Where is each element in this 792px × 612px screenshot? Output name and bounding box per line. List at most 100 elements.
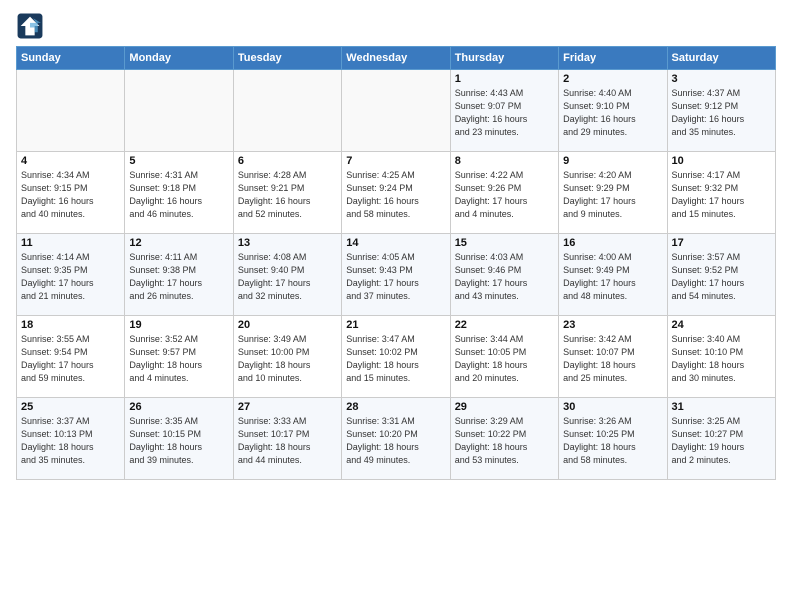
day-info: Sunrise: 4:05 AM Sunset: 9:43 PM Dayligh… [346,251,445,303]
day-cell: 19 Sunrise: 3:52 AM Sunset: 9:57 PM Dayli… [125,316,233,398]
day-number: 26 [129,401,228,413]
day-info: Sunrise: 3:44 AM Sunset: 10:05 PM Daylig… [455,333,554,385]
day-cell: 8 Sunrise: 4:22 AM Sunset: 9:26 PM Daylig… [450,152,558,234]
day-number: 6 [238,155,337,167]
day-info: Sunrise: 4:25 AM Sunset: 9:24 PM Dayligh… [346,169,445,221]
day-info: Sunrise: 3:57 AM Sunset: 9:52 PM Dayligh… [672,251,771,303]
logo-icon [16,12,44,40]
day-number: 3 [672,73,771,85]
day-info: Sunrise: 4:03 AM Sunset: 9:46 PM Dayligh… [455,251,554,303]
day-info: Sunrise: 3:47 AM Sunset: 10:02 PM Daylig… [346,333,445,385]
header-cell-wednesday: Wednesday [342,47,450,70]
header-cell-tuesday: Tuesday [233,47,341,70]
header-cell-friday: Friday [559,47,667,70]
day-cell [342,70,450,152]
day-cell: 13 Sunrise: 4:08 AM Sunset: 9:40 PM Dayli… [233,234,341,316]
day-number: 17 [672,237,771,249]
day-number: 16 [563,237,662,249]
day-info: Sunrise: 3:29 AM Sunset: 10:22 PM Daylig… [455,415,554,467]
day-info: Sunrise: 3:49 AM Sunset: 10:00 PM Daylig… [238,333,337,385]
day-cell: 15 Sunrise: 4:03 AM Sunset: 9:46 PM Dayli… [450,234,558,316]
day-number: 9 [563,155,662,167]
day-cell: 5 Sunrise: 4:31 AM Sunset: 9:18 PM Daylig… [125,152,233,234]
day-info: Sunrise: 4:43 AM Sunset: 9:07 PM Dayligh… [455,87,554,139]
day-info: Sunrise: 3:42 AM Sunset: 10:07 PM Daylig… [563,333,662,385]
day-cell: 12 Sunrise: 4:11 AM Sunset: 9:38 PM Dayli… [125,234,233,316]
day-number: 28 [346,401,445,413]
day-info: Sunrise: 3:26 AM Sunset: 10:25 PM Daylig… [563,415,662,467]
day-info: Sunrise: 4:37 AM Sunset: 9:12 PM Dayligh… [672,87,771,139]
day-number: 11 [21,237,120,249]
day-info: Sunrise: 4:34 AM Sunset: 9:15 PM Dayligh… [21,169,120,221]
day-cell: 1 Sunrise: 4:43 AM Sunset: 9:07 PM Daylig… [450,70,558,152]
day-cell: 20 Sunrise: 3:49 AM Sunset: 10:00 PM Dayl… [233,316,341,398]
day-number: 30 [563,401,662,413]
day-cell: 18Sunrise: 3:55 AM Sunset: 9:54 PM Dayli… [17,316,125,398]
day-info: Sunrise: 4:20 AM Sunset: 9:29 PM Dayligh… [563,169,662,221]
day-number: 29 [455,401,554,413]
day-cell [125,70,233,152]
day-info: Sunrise: 4:00 AM Sunset: 9:49 PM Dayligh… [563,251,662,303]
week-row-3: 18Sunrise: 3:55 AM Sunset: 9:54 PM Dayli… [17,316,776,398]
day-info: Sunrise: 4:11 AM Sunset: 9:38 PM Dayligh… [129,251,228,303]
day-number: 5 [129,155,228,167]
day-number: 8 [455,155,554,167]
day-info: Sunrise: 3:37 AM Sunset: 10:13 PM Daylig… [21,415,120,467]
day-cell: 22 Sunrise: 3:44 AM Sunset: 10:05 PM Dayl… [450,316,558,398]
header-cell-monday: Monday [125,47,233,70]
day-info: Sunrise: 4:22 AM Sunset: 9:26 PM Dayligh… [455,169,554,221]
day-info: Sunrise: 4:31 AM Sunset: 9:18 PM Dayligh… [129,169,228,221]
day-number: 23 [563,319,662,331]
day-number: 19 [129,319,228,331]
day-cell: 28Sunrise: 3:31 AM Sunset: 10:20 PM Dayl… [342,398,450,480]
header-cell-sunday: Sunday [17,47,125,70]
day-number: 4 [21,155,120,167]
day-number: 7 [346,155,445,167]
day-number: 31 [672,401,771,413]
header-cell-thursday: Thursday [450,47,558,70]
day-cell [17,70,125,152]
day-info: Sunrise: 3:55 AM Sunset: 9:54 PM Dayligh… [21,333,120,385]
day-number: 27 [238,401,337,413]
day-info: Sunrise: 4:40 AM Sunset: 9:10 PM Dayligh… [563,87,662,139]
day-cell: 10Sunrise: 4:17 AM Sunset: 9:32 PM Dayli… [667,152,775,234]
day-info: Sunrise: 3:35 AM Sunset: 10:15 PM Daylig… [129,415,228,467]
day-cell: 2 Sunrise: 4:40 AM Sunset: 9:10 PM Daylig… [559,70,667,152]
day-info: Sunrise: 4:14 AM Sunset: 9:35 PM Dayligh… [21,251,120,303]
day-cell: 25Sunrise: 3:37 AM Sunset: 10:13 PM Dayl… [17,398,125,480]
day-number: 10 [672,155,771,167]
day-cell: 24Sunrise: 3:40 AM Sunset: 10:10 PM Dayl… [667,316,775,398]
day-cell: 9 Sunrise: 4:20 AM Sunset: 9:29 PM Daylig… [559,152,667,234]
header-cell-saturday: Saturday [667,47,775,70]
day-info: Sunrise: 3:25 AM Sunset: 10:27 PM Daylig… [672,415,771,467]
day-number: 1 [455,73,554,85]
logo [16,12,48,40]
day-cell: 6 Sunrise: 4:28 AM Sunset: 9:21 PM Daylig… [233,152,341,234]
day-number: 12 [129,237,228,249]
day-info: Sunrise: 3:52 AM Sunset: 9:57 PM Dayligh… [129,333,228,385]
day-info: Sunrise: 3:33 AM Sunset: 10:17 PM Daylig… [238,415,337,467]
header [16,12,776,40]
day-cell: 23 Sunrise: 3:42 AM Sunset: 10:07 PM Dayl… [559,316,667,398]
day-cell: 17 Sunrise: 3:57 AM Sunset: 9:52 PM Dayli… [667,234,775,316]
page-container: SundayMondayTuesdayWednesdayThursdayFrid… [0,0,792,488]
day-number: 20 [238,319,337,331]
day-cell: 21Sunrise: 3:47 AM Sunset: 10:02 PM Dayl… [342,316,450,398]
day-cell: 14Sunrise: 4:05 AM Sunset: 9:43 PM Dayli… [342,234,450,316]
day-cell: 16 Sunrise: 4:00 AM Sunset: 9:49 PM Dayli… [559,234,667,316]
week-row-0: 1 Sunrise: 4:43 AM Sunset: 9:07 PM Daylig… [17,70,776,152]
week-row-1: 4 Sunrise: 4:34 AM Sunset: 9:15 PM Daylig… [17,152,776,234]
day-info: Sunrise: 4:08 AM Sunset: 9:40 PM Dayligh… [238,251,337,303]
day-info: Sunrise: 4:28 AM Sunset: 9:21 PM Dayligh… [238,169,337,221]
day-cell: 30 Sunrise: 3:26 AM Sunset: 10:25 PM Dayl… [559,398,667,480]
day-cell: 3 Sunrise: 4:37 AM Sunset: 9:12 PM Daylig… [667,70,775,152]
day-cell: 11 Sunrise: 4:14 AM Sunset: 9:35 PM Dayli… [17,234,125,316]
day-cell: 27 Sunrise: 3:33 AM Sunset: 10:17 PM Dayl… [233,398,341,480]
week-row-2: 11 Sunrise: 4:14 AM Sunset: 9:35 PM Dayli… [17,234,776,316]
calendar-body: 1 Sunrise: 4:43 AM Sunset: 9:07 PM Daylig… [17,70,776,480]
day-number: 13 [238,237,337,249]
day-number: 15 [455,237,554,249]
day-number: 2 [563,73,662,85]
day-cell: 26 Sunrise: 3:35 AM Sunset: 10:15 PM Dayl… [125,398,233,480]
day-number: 22 [455,319,554,331]
